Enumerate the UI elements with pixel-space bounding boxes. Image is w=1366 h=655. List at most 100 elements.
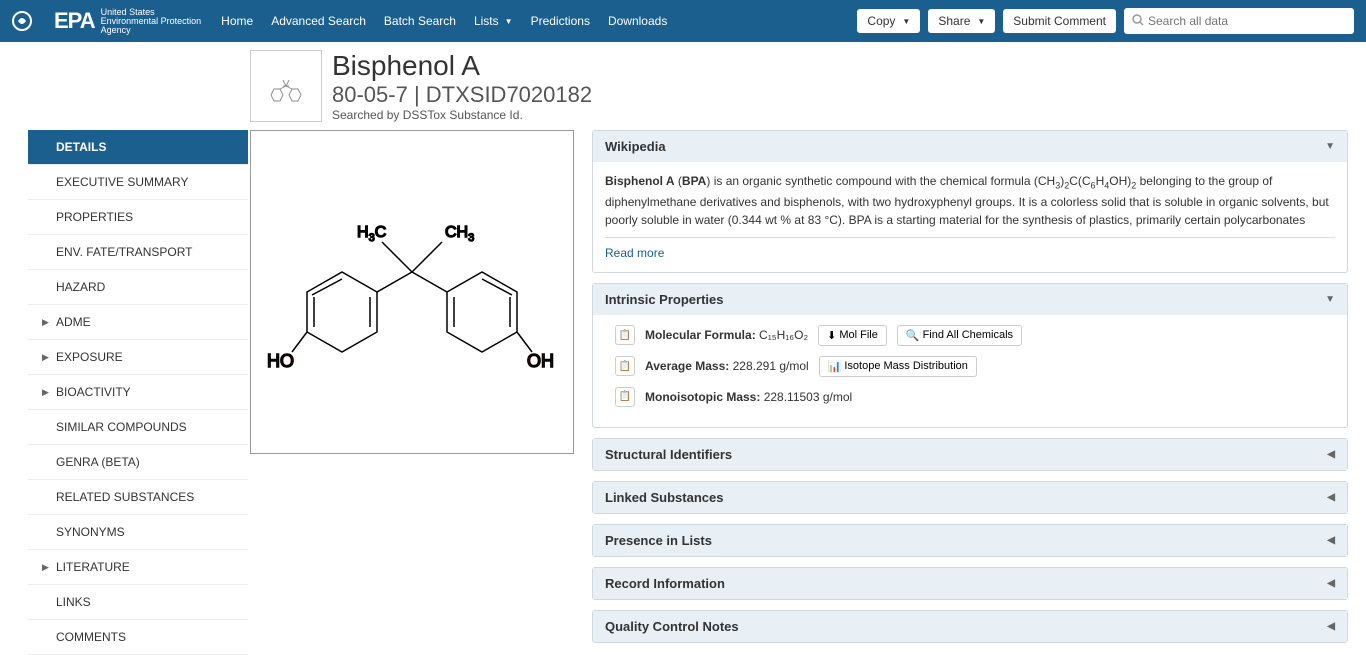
sidebar-item-hazard[interactable]: HAZARD — [28, 270, 248, 305]
sidebar-item-label: LITERATURE — [56, 560, 130, 574]
sidebar-item-label: PROPERTIES — [56, 210, 133, 224]
svg-text:CH3: CH3 — [445, 224, 474, 244]
nav-advanced-search[interactable]: Advanced Search — [271, 14, 366, 28]
quality-control-notes-panel: Quality Control Notes◀ — [592, 610, 1348, 643]
nav-lists[interactable]: Lists — [474, 14, 513, 28]
sidebar-item-comments[interactable]: COMMENTS — [28, 620, 248, 655]
sidebar-item-details[interactable]: DETAILS — [28, 130, 248, 165]
structure-svg: H3C CH3 HO — [262, 142, 562, 442]
intrinsic-header[interactable]: Intrinsic Properties ▼ — [593, 284, 1347, 315]
info-panels: Wikipedia ▼ Bisphenol A (BPA) is an orga… — [592, 130, 1348, 655]
mol-formula: Molecular Formula: C₁₅H₁₆O₂ — [645, 328, 808, 342]
chevron-left-icon: ◀ — [1327, 578, 1335, 589]
sidebar-item-label: DETAILS — [56, 140, 106, 154]
nav-batch-search[interactable]: Batch Search — [384, 14, 456, 28]
intrinsic-body: 📋 Molecular Formula: C₁₅H₁₆O₂ ⬇Mol File … — [593, 315, 1347, 427]
chevron-left-icon: ◀ — [1327, 449, 1335, 460]
main-content: H3C CH3 HO — [248, 130, 1366, 655]
search-box[interactable] — [1124, 8, 1354, 34]
chevron-down-icon: ▼ — [1325, 294, 1335, 305]
wikipedia-panel: Wikipedia ▼ Bisphenol A (BPA) is an orga… — [592, 130, 1348, 273]
mono-mass-row: 📋 Monoisotopic Mass: 228.11503 g/mol — [605, 387, 1335, 407]
svg-text:HO: HO — [267, 351, 294, 371]
panel-title: Linked Substances — [605, 490, 723, 505]
sidebar-item-label: RELATED SUBSTANCES — [56, 490, 194, 504]
isotope-button[interactable]: 📊Isotope Mass Distribution — [819, 356, 977, 377]
copy-button[interactable]: Copy — [857, 9, 920, 33]
copy-icon[interactable]: 📋 — [615, 387, 635, 407]
linked-substances-panel: Linked Substances ◀ — [592, 481, 1348, 514]
read-more-link[interactable]: Read more — [605, 246, 664, 260]
sidebar-item-adme[interactable]: ▶ ADME — [28, 305, 248, 340]
sidebar-item-env-fate-transport[interactable]: ENV. FATE/TRANSPORT — [28, 235, 248, 270]
sidebar-item-literature[interactable]: ▶ LITERATURE — [28, 550, 248, 585]
presence-in-lists-panel: Presence in Lists ◀ — [592, 524, 1348, 557]
mol-file-button[interactable]: ⬇Mol File — [818, 325, 887, 346]
sidebar-item-executive-summary[interactable]: EXECUTIVE SUMMARY — [28, 165, 248, 200]
app-header: EPA United States Environmental Protecti… — [0, 0, 1366, 42]
intrinsic-title: Intrinsic Properties — [605, 292, 723, 307]
sidebar-item-label: BIOACTIVITY — [56, 385, 131, 399]
chevron-left-icon: ◀ — [1327, 492, 1335, 503]
nav-predictions[interactable]: Predictions — [531, 14, 590, 28]
chevron-right-icon: ▶ — [42, 317, 50, 328]
sidebar-item-label: GENRA (BETA) — [56, 455, 140, 469]
nav-home[interactable]: Home — [221, 14, 253, 28]
record-information-header[interactable]: Record Information ◀ — [593, 568, 1347, 599]
intrinsic-panel: Intrinsic Properties ▼ 📋 Molecular Formu… — [592, 283, 1348, 428]
copy-icon[interactable]: 📋 — [615, 356, 635, 376]
presence-in-lists-header[interactable]: Presence in Lists ◀ — [593, 525, 1347, 556]
search-icon: 🔍 — [906, 329, 920, 342]
sidebar-item-properties[interactable]: PROPERTIES — [28, 200, 248, 235]
copy-icon[interactable]: 📋 — [615, 325, 635, 345]
panel-title: Presence in Lists — [605, 533, 712, 548]
wikipedia-header[interactable]: Wikipedia ▼ — [593, 131, 1347, 162]
panel-title: Record Information — [605, 576, 725, 591]
structure-thumbnail[interactable] — [250, 50, 322, 122]
share-button[interactable]: Share — [928, 9, 995, 33]
sidebar-item-label: HAZARD — [56, 280, 105, 294]
search-input[interactable] — [1148, 14, 1346, 28]
wikipedia-title: Wikipedia — [605, 139, 666, 154]
title-block: Bisphenol A 80-05-7 | DTXSID7020182 Sear… — [332, 50, 592, 122]
sidebar-item-links[interactable]: LINKS — [28, 585, 248, 620]
sidebar-item-label: SYNONYMS — [56, 525, 125, 539]
chevron-left-icon: ◀ — [1327, 535, 1335, 546]
quality-control-notes-header[interactable]: Quality Control Notes◀ — [593, 611, 1347, 642]
sidebar-item-label: COMMENTS — [56, 630, 126, 644]
chevron-right-icon: ▶ — [42, 562, 50, 573]
structure-thumb-svg — [256, 56, 316, 116]
mono-mass: Monoisotopic Mass: 228.11503 g/mol — [645, 390, 852, 404]
svg-text:H3C: H3C — [357, 224, 386, 244]
sidebar-item-bioactivity[interactable]: ▶ BIOACTIVITY — [28, 375, 248, 410]
epa-logo[interactable]: EPA United States Environmental Protecti… — [12, 7, 201, 35]
linked-substances-header[interactable]: Linked Substances ◀ — [593, 482, 1347, 513]
epa-subtext: United States Environmental Protection A… — [101, 8, 202, 35]
record-information-panel: Record Information ◀ — [592, 567, 1348, 600]
sidebar-item-label: ENV. FATE/TRANSPORT — [56, 245, 192, 259]
sidebar-item-label: LINKS — [56, 595, 91, 609]
sidebar-item-similar-compounds[interactable]: SIMILAR COMPOUNDS — [28, 410, 248, 445]
sidebar-item-exposure[interactable]: ▶ EXPOSURE — [28, 340, 248, 375]
header-actions: Copy Share Submit Comment — [857, 8, 1354, 34]
find-all-button[interactable]: 🔍Find All Chemicals — [897, 325, 1022, 346]
chevron-right-icon: ▶ — [42, 352, 50, 363]
epa-logo-icon — [12, 7, 48, 35]
compound-ids: 80-05-7 | DTXSID7020182 — [332, 82, 592, 108]
search-icon — [1132, 14, 1144, 29]
chevron-right-icon: ▶ — [42, 387, 50, 398]
sidebar-item-synonyms[interactable]: SYNONYMS — [28, 515, 248, 550]
sidebar-item-related-substances[interactable]: RELATED SUBSTANCES — [28, 480, 248, 515]
structural-identifiers-header[interactable]: Structural Identifiers◀ — [593, 439, 1347, 470]
main-nav: Home Advanced Search Batch Search Lists … — [221, 14, 667, 28]
sidebar-item-label: EXPOSURE — [56, 350, 123, 364]
sidebar-item-genra-beta-[interactable]: GENRA (BETA) — [28, 445, 248, 480]
sidebar-item-label: EXECUTIVE SUMMARY — [56, 175, 188, 189]
searched-by: Searched by DSSTox Substance Id. — [332, 108, 592, 122]
structure-image[interactable]: H3C CH3 HO — [250, 130, 574, 454]
nav-downloads[interactable]: Downloads — [608, 14, 667, 28]
compound-name: Bisphenol A — [332, 50, 592, 82]
submit-comment-button[interactable]: Submit Comment — [1003, 9, 1116, 33]
chevron-down-icon: ▼ — [1325, 141, 1335, 152]
sidebar-item-label: ADME — [56, 315, 91, 329]
